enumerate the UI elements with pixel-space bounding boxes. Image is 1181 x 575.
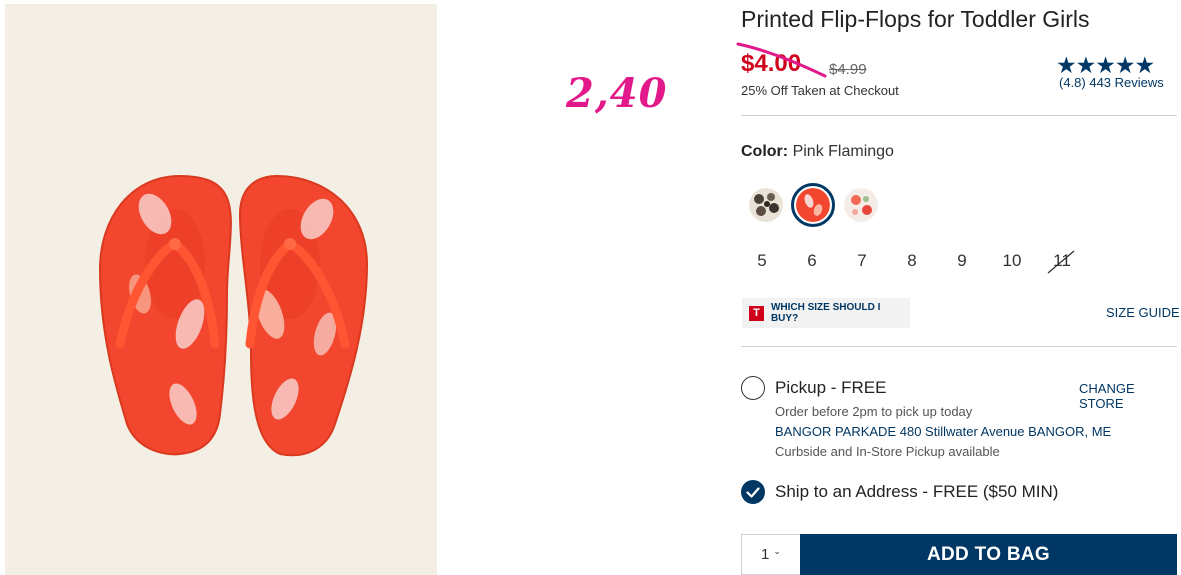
which-size-label: WHICH SIZE SHOULD I BUY? <box>770 302 881 324</box>
ship-radio[interactable] <box>741 480 765 504</box>
change-store-link[interactable]: CHANGE STORE <box>1079 381 1181 411</box>
product-image[interactable] <box>5 4 437 575</box>
pickup-note: Curbside and In-Store Pickup available <box>775 444 1000 459</box>
swatch-floral[interactable] <box>844 188 878 222</box>
leopard-swatch-icon <box>749 188 783 222</box>
discount-note: 25% Off Taken at Checkout <box>741 83 899 98</box>
size-option[interactable]: 5 <box>747 251 777 271</box>
which-size-button[interactable]: T WHICH SIZE SHOULD I BUY? <box>742 298 910 328</box>
unavailable-strike-icon <box>1047 250 1075 274</box>
store-address-link[interactable]: BANGOR PARKADE 480 Stillwater Avenue BAN… <box>775 424 1111 439</box>
pickup-deadline: Order before 2pm to pick up today <box>775 404 973 419</box>
floral-swatch-icon <box>844 188 878 222</box>
color-label: Color: Pink Flamingo <box>741 143 894 161</box>
original-price: $4.99 <box>829 61 867 78</box>
flip-flops-photo <box>98 174 369 457</box>
divider <box>741 346 1177 347</box>
left-sandal <box>98 174 232 456</box>
swatch-leopard[interactable] <box>749 188 783 222</box>
size-option[interactable]: 10 <box>997 251 1027 271</box>
swatch-pink-flamingo[interactable] <box>796 188 830 222</box>
rating-stars-icon[interactable]: ★★★★★ <box>1056 54 1155 77</box>
add-to-bag-button[interactable]: ADD TO BAG <box>800 534 1177 575</box>
size-option[interactable]: 6 <box>797 251 827 271</box>
right-sandal <box>238 174 369 457</box>
size-option[interactable]: 7 <box>847 251 877 271</box>
pickup-label: Pickup - FREE <box>775 378 887 397</box>
size-option[interactable]: 8 <box>897 251 927 271</box>
reviews-link[interactable]: (4.8) 443 Reviews <box>1059 75 1164 90</box>
size-option[interactable]: 9 <box>947 251 977 271</box>
t-logo-icon: T <box>749 305 764 321</box>
pickup-radio[interactable] <box>741 376 765 400</box>
flamingo-swatch-icon <box>796 188 830 222</box>
color-label-key: Color: <box>741 143 789 160</box>
quantity-value: 1 <box>761 546 770 563</box>
color-value: Pink Flamingo <box>792 143 894 160</box>
quantity-select[interactable]: 1 ⌄ <box>741 534 800 575</box>
handwritten-price-annotation: 2,40 <box>566 70 668 117</box>
chevron-down-icon: ⌄ <box>773 546 781 556</box>
size-guide-link[interactable]: SIZE GUIDE <box>1106 305 1180 320</box>
price-strike-mark <box>736 42 827 78</box>
checkmark-icon <box>746 486 760 498</box>
divider <box>741 115 1177 116</box>
product-title: Printed Flip-Flops for Toddler Girls <box>741 6 1090 32</box>
ship-label: Ship to an Address - FREE ($50 MIN) <box>775 482 1059 501</box>
